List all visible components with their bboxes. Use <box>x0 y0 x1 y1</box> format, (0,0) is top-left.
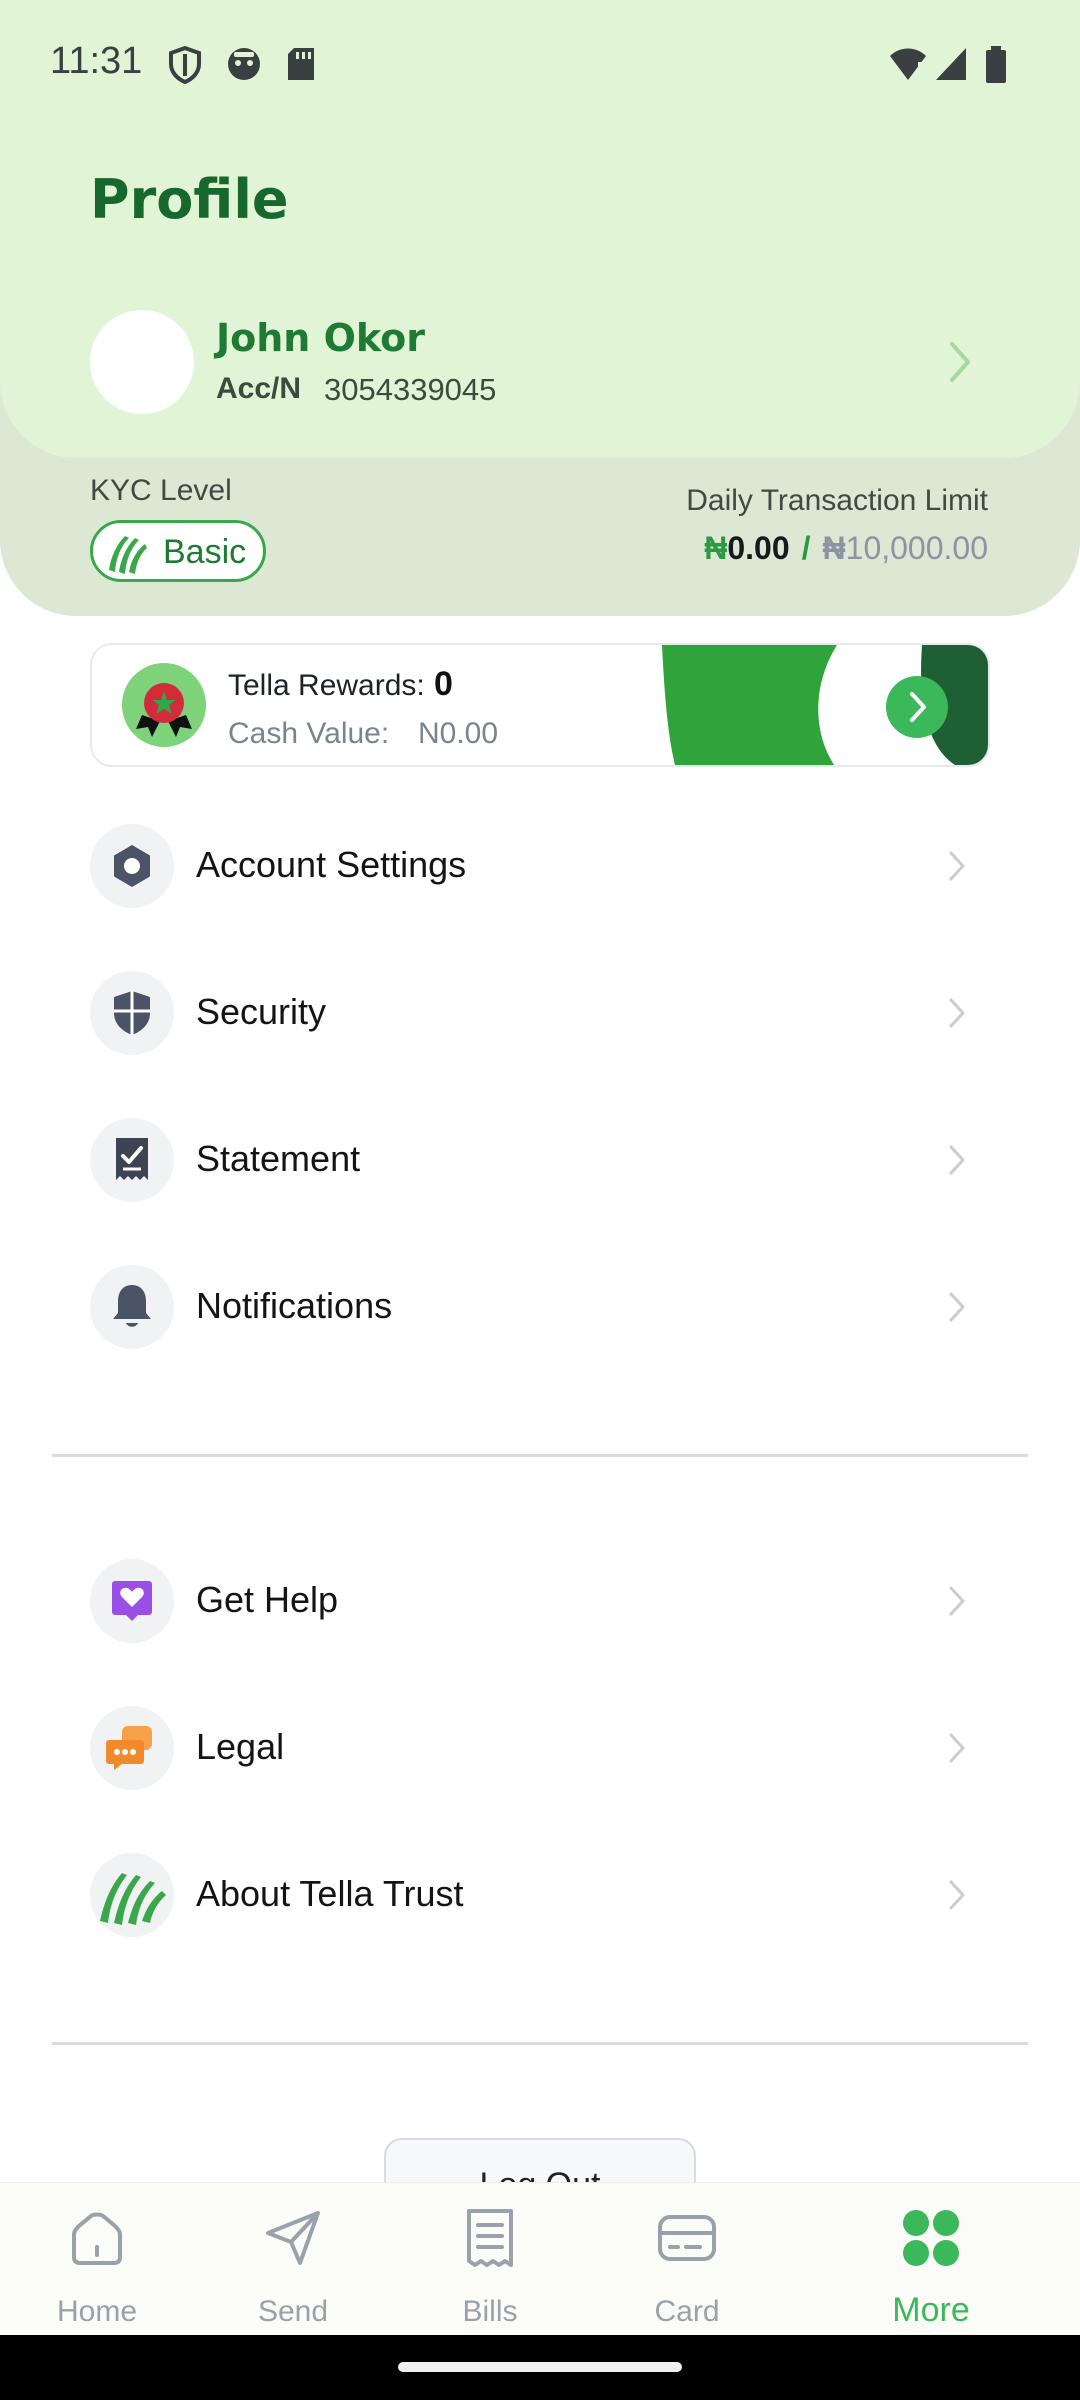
menu-item-notifications[interactable]: Notifications <box>90 1263 990 1353</box>
menu-item-legal[interactable]: Legal <box>90 1704 990 1794</box>
menu-item-get-help[interactable]: Get Help <box>90 1557 990 1647</box>
menu-label: Statement <box>196 1138 361 1179</box>
sd-card-icon <box>286 46 316 87</box>
page-title: Profile <box>90 168 289 231</box>
kyc-level-badge: Basic <box>90 520 266 582</box>
rewards-go-button[interactable] <box>886 676 948 738</box>
nav-label: Home <box>56 2295 138 2328</box>
receipt-check-icon <box>90 1118 174 1202</box>
tella-logo-icon <box>90 1853 174 1937</box>
profile-summary-row[interactable]: John Okor Acc/N 3054339045 <box>90 310 990 418</box>
chevron-right-icon <box>948 1732 966 1769</box>
avatar[interactable] <box>90 310 194 414</box>
menu-item-about-tella-trust[interactable]: About Tella Trust <box>90 1851 990 1941</box>
account-number-label: Acc/N <box>216 372 302 405</box>
limit-separator: / <box>801 530 811 566</box>
rewards-title: Tella Rewards: <box>228 669 425 702</box>
currency-symbol: ₦ <box>704 530 728 566</box>
nav-bills[interactable]: Bills <box>415 2183 565 2336</box>
wifi-alert-icon <box>888 46 928 87</box>
cash-value-label: Cash Value: <box>228 717 390 750</box>
chevron-right-icon <box>948 340 972 389</box>
nav-label: Card <box>654 2295 720 2328</box>
limit-total: 10,000.00 <box>845 530 988 566</box>
nav-label: Send <box>257 2295 329 2328</box>
chevron-right-icon <box>910 692 926 722</box>
section-divider <box>52 2042 1028 2045</box>
menu-label: Notifications <box>196 1285 393 1326</box>
rewards-card[interactable]: Tella Rewards: 0 Cash Value: N0.00 <box>90 643 990 767</box>
chevron-right-icon <box>948 1879 966 1916</box>
nav-more[interactable]: More <box>856 2183 1006 2336</box>
menu-label: Security <box>196 991 327 1032</box>
card-icon <box>658 2215 716 2261</box>
home-gesture-handle[interactable] <box>398 2362 682 2372</box>
chevron-right-icon <box>948 997 966 1034</box>
kyc-level-label: KYC Level <box>90 474 232 507</box>
chevron-right-icon <box>948 850 966 887</box>
menu-label: About Tella Trust <box>196 1873 464 1914</box>
bills-icon <box>467 2209 513 2267</box>
signal-icon <box>934 46 968 87</box>
chevron-right-icon <box>948 1585 966 1622</box>
section-divider <box>52 1454 1028 1457</box>
home-icon <box>72 2212 122 2265</box>
more-grid-icon <box>903 2210 959 2266</box>
cash-value: N0.00 <box>418 717 499 750</box>
nav-label: More <box>892 2291 970 2329</box>
heart-chat-icon <box>90 1559 174 1643</box>
status-time: 11:31 <box>50 40 143 82</box>
status-bar: 11:31 <box>0 0 1080 130</box>
daily-limit-values: ₦0.00/₦10,000.00 <box>704 530 988 567</box>
chevron-right-icon <box>948 1144 966 1181</box>
shield-icon <box>90 971 174 1055</box>
send-icon <box>266 2211 320 2265</box>
nav-send[interactable]: Send <box>218 2183 368 2336</box>
chevron-right-icon <box>948 1291 966 1328</box>
reward-badge-icon <box>122 663 206 747</box>
nav-label: Bills <box>462 2295 518 2328</box>
chat-bubbles-icon <box>90 1706 174 1790</box>
menu-label: Legal <box>196 1726 285 1767</box>
menu-label: Account Settings <box>196 844 467 885</box>
limit-used: 0.00 <box>727 530 790 566</box>
account-number: 3054339045 <box>324 372 497 407</box>
daily-limit-label: Daily Transaction Limit <box>686 484 988 517</box>
menu-item-security[interactable]: Security <box>90 969 990 1059</box>
bell-icon <box>90 1265 174 1349</box>
bottom-nav: Home Send Bills Card More <box>0 2182 1080 2335</box>
tella-logo-icon <box>109 536 147 574</box>
currency-symbol: ₦ <box>822 530 846 566</box>
nav-home[interactable]: Home <box>22 2183 172 2336</box>
menu-item-account-settings[interactable]: Account Settings <box>90 822 990 912</box>
shield-icon <box>168 45 202 89</box>
gear-hex-icon <box>90 824 174 908</box>
user-name: John Okor <box>216 316 425 360</box>
battery-icon <box>984 46 1008 89</box>
face-icon <box>226 46 262 87</box>
kyc-level-value: Basic <box>163 533 247 571</box>
menu-label: Get Help <box>196 1579 339 1620</box>
menu-item-statement[interactable]: Statement <box>90 1116 990 1206</box>
nav-card[interactable]: Card <box>612 2183 762 2336</box>
rewards-count: 0 <box>434 665 453 703</box>
